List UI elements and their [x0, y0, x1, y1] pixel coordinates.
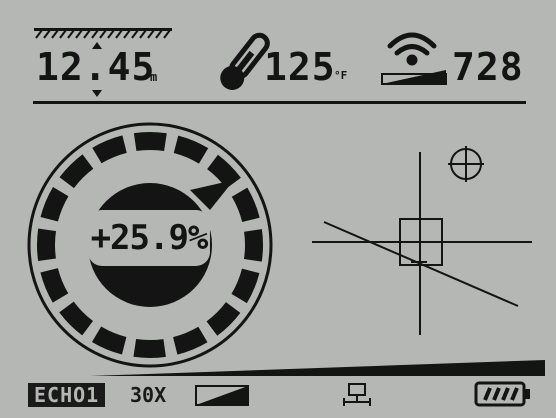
mode-label[interactable]: ECHO1 [28, 383, 106, 407]
depth-value: 12.45 [36, 45, 156, 89]
depth-scale-icon [34, 28, 172, 39]
range-ramp [90, 360, 545, 376]
depth-unit: m [150, 70, 158, 84]
lcd-screen: 12.45 m 125 °F 728 +25.9% ECHO1 30X [0, 0, 556, 418]
gain-bars-icon [195, 385, 249, 406]
gauge-reading: +25.9% [88, 210, 210, 266]
network-icon[interactable] [343, 383, 371, 406]
position-plot [312, 152, 532, 335]
signal-value: 728 [452, 45, 524, 89]
wifi-signal-icon [387, 32, 437, 66]
gauge-reading-text: +25.9% [90, 218, 209, 258]
temperature-unit: °F [334, 69, 348, 82]
temperature-value: 125 [264, 45, 336, 89]
zoom-value[interactable]: 30X [130, 383, 166, 407]
header-divider [33, 101, 526, 104]
battery-icon [474, 381, 530, 407]
crosshair-circle-icon[interactable] [448, 146, 484, 182]
signal-strength-bar [381, 70, 447, 85]
